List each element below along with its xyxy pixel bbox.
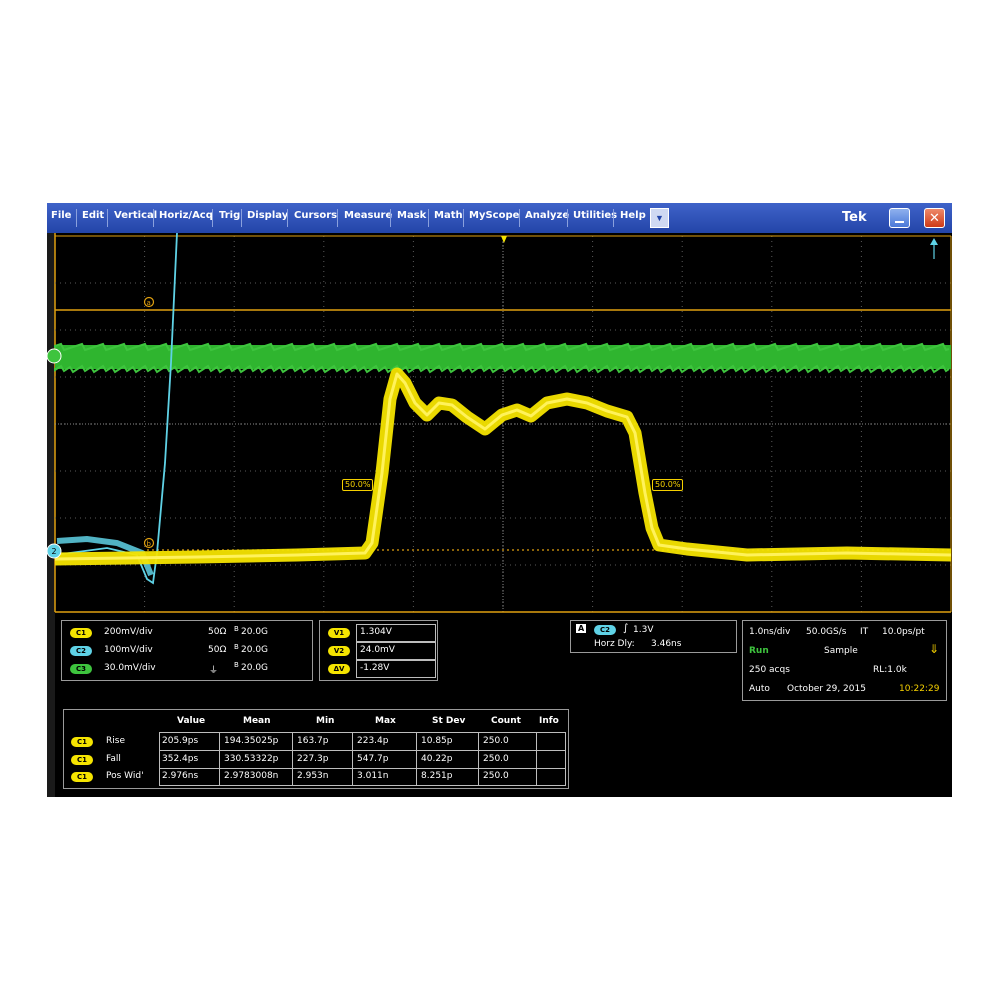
grid-col-divider	[219, 732, 220, 786]
left-margin-strip	[47, 233, 55, 797]
row-channel-chip: C1	[71, 737, 93, 747]
measurement-table[interactable]: Value Mean Min Max St Dev Count Info C1 …	[63, 709, 569, 789]
ch2-scale[interactable]: 100mV/div	[104, 645, 153, 655]
ch3-scale[interactable]: 30.0mV/div	[104, 663, 156, 673]
col-header-min: Min	[316, 716, 335, 726]
delta-v-value: -1.28V	[360, 663, 390, 673]
col-header-stdev: St Dev	[432, 716, 466, 726]
oscilloscope-window: File Edit Vertical Horiz/Acq Trig Displa…	[47, 203, 952, 797]
v2-value: 24.0mV	[360, 645, 395, 655]
table-cell: 2.953n	[297, 771, 329, 781]
rising-edge-icon: ∫	[623, 623, 629, 634]
grid-row-divider	[159, 768, 566, 769]
col-header-info: Info	[539, 716, 559, 726]
table-cell: 3.011n	[357, 771, 389, 781]
trigger-source-chip: C2	[594, 625, 616, 635]
col-header-max: Max	[375, 716, 396, 726]
table-cell: 330.53322p	[224, 754, 279, 764]
down-arrow-icon: ⇓	[929, 642, 940, 656]
ch3-bandwidth: 20.0G	[241, 663, 269, 673]
table-cell: 8.251p	[421, 771, 453, 781]
table-cell: 10.85p	[421, 736, 453, 746]
up-arrow-icon[interactable]	[930, 238, 938, 245]
acq-time: 10:22:29	[899, 684, 940, 694]
v1-chip: V1	[328, 628, 350, 638]
table-cell: 163.7p	[297, 736, 329, 746]
row-channel-chip: C1	[71, 772, 93, 782]
ch2-waveform	[54, 232, 178, 585]
table-cell: 250.0	[483, 736, 509, 746]
acq-mode: Sample	[824, 646, 858, 656]
ch2-bandwidth: 20.0G	[241, 645, 269, 655]
sample-rate: 50.0GS/s	[806, 627, 847, 637]
horz-delay-label: Horz Dly:	[594, 639, 635, 649]
trigger-position-marker[interactable]	[501, 236, 507, 243]
record-length: RL:1.0k	[873, 665, 907, 675]
ch2-chip[interactable]: C2	[70, 646, 92, 656]
table-cell: 547.7p	[357, 754, 389, 764]
ch3-waveform	[54, 342, 951, 374]
table-cell: 223.4p	[357, 736, 389, 746]
bandwidth-icon: B	[234, 643, 239, 651]
grid-col-divider	[478, 732, 479, 786]
row-channel-chip: C1	[71, 755, 93, 765]
row-label-pos-width[interactable]: Pos Wid'	[106, 771, 144, 781]
left-50pct-marker: 50.0%	[342, 479, 374, 491]
right-50pct-marker: 50.0%	[652, 479, 684, 491]
table-cell: 2.976ns	[162, 771, 199, 781]
ch3-level-marker[interactable]	[47, 348, 62, 364]
trigger-sweep-mode: Auto	[749, 684, 770, 694]
interp-mode: IT	[860, 627, 869, 637]
trigger-panel[interactable]: A C2 ∫ 1.3V Horz Dly: 3.46ns	[570, 620, 737, 653]
horz-delay-value: 3.46ns	[651, 639, 682, 649]
v1-value: 1.304V	[360, 627, 392, 637]
col-header-count: Count	[491, 716, 521, 726]
table-cell: 194.35025p	[224, 736, 279, 746]
ch2-level-label: 2	[52, 547, 57, 556]
cursor-readout-panel: V1 1.304V V2 24.0mV ΔV -1.28V	[319, 620, 438, 681]
waveform-display[interactable]: 2 a b	[47, 203, 952, 797]
table-cell: 227.3p	[297, 754, 329, 764]
ch1-bandwidth: 20.0G	[241, 627, 269, 637]
timebase: 1.0ns/div	[749, 627, 791, 637]
bandwidth-icon: B	[234, 625, 239, 633]
acq-date: October 29, 2015	[787, 684, 866, 694]
ch2-impedance: 50Ω	[208, 645, 227, 655]
grid-col-divider	[352, 732, 353, 786]
ch1-chip[interactable]: C1	[70, 628, 92, 638]
cursor-a-label: a	[147, 299, 151, 307]
table-cell: 2.9783008n	[224, 771, 279, 781]
ch1-scale[interactable]: 200mV/div	[104, 627, 153, 637]
col-header-value: Value	[177, 716, 206, 726]
row-label-fall[interactable]: Fall	[106, 754, 121, 764]
trigger-level: 1.3V	[633, 625, 654, 635]
grid-row-divider	[159, 750, 566, 751]
cursor-b-label: b	[147, 540, 152, 548]
bandwidth-icon: B	[234, 661, 239, 669]
table-cell: 40.22p	[421, 754, 453, 764]
run-status[interactable]: Run	[749, 646, 769, 656]
channel-settings-panel: C1 200mV/div 50Ω B 20.0G C2 100mV/div 50…	[61, 620, 313, 681]
col-header-mean: Mean	[243, 716, 271, 726]
grid-col-divider	[292, 732, 293, 786]
acq-count: 250 acqs	[749, 665, 790, 675]
resolution: 10.0ps/pt	[882, 627, 925, 637]
ch1-impedance: 50Ω	[208, 627, 227, 637]
ch3-chip[interactable]: C3	[70, 664, 92, 674]
delta-v-chip: ΔV	[328, 664, 350, 674]
table-cell: 250.0	[483, 754, 509, 764]
row-label-rise[interactable]: Rise	[106, 736, 125, 746]
table-cell: 352.4ps	[162, 754, 199, 764]
v2-chip: V2	[328, 646, 350, 656]
grid-col-divider	[416, 732, 417, 786]
acquisition-panel[interactable]: 1.0ns/div 50.0GS/s IT 10.0ps/pt Run Samp…	[742, 620, 947, 701]
grid-col-divider	[536, 732, 537, 786]
table-cell: 250.0	[483, 771, 509, 781]
table-cell: 205.9ps	[162, 736, 199, 746]
trigger-mode-a: A	[576, 624, 587, 633]
ground-coupling-icon: ⏚	[209, 666, 219, 676]
